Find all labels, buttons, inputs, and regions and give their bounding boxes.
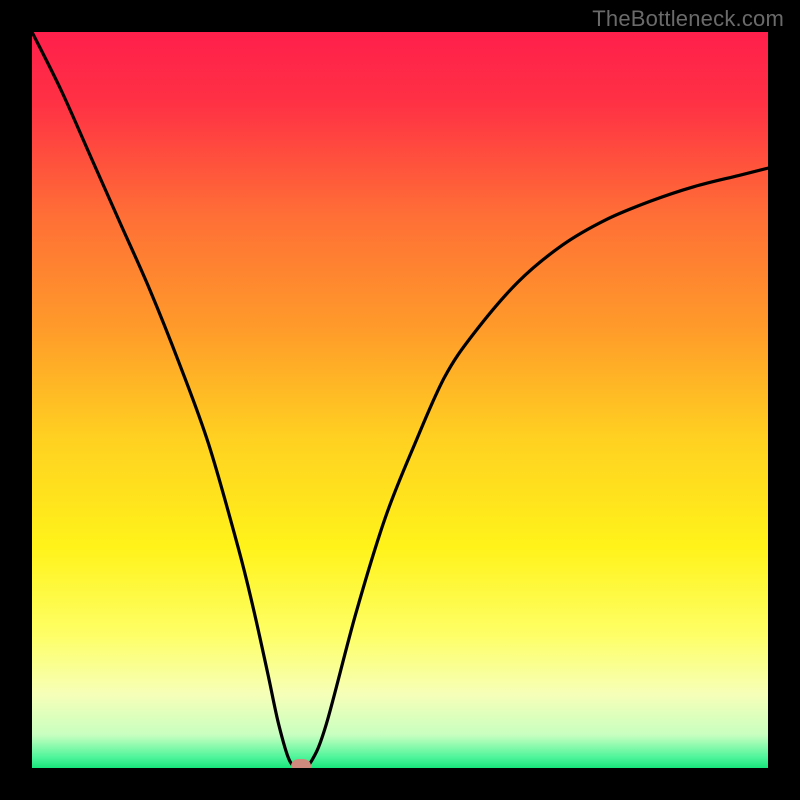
- plot-area: [32, 32, 768, 768]
- minimum-marker: [291, 759, 311, 768]
- watermark-text: TheBottleneck.com: [592, 6, 784, 32]
- chart-frame: TheBottleneck.com: [0, 0, 800, 800]
- bottleneck-curve: [32, 32, 768, 768]
